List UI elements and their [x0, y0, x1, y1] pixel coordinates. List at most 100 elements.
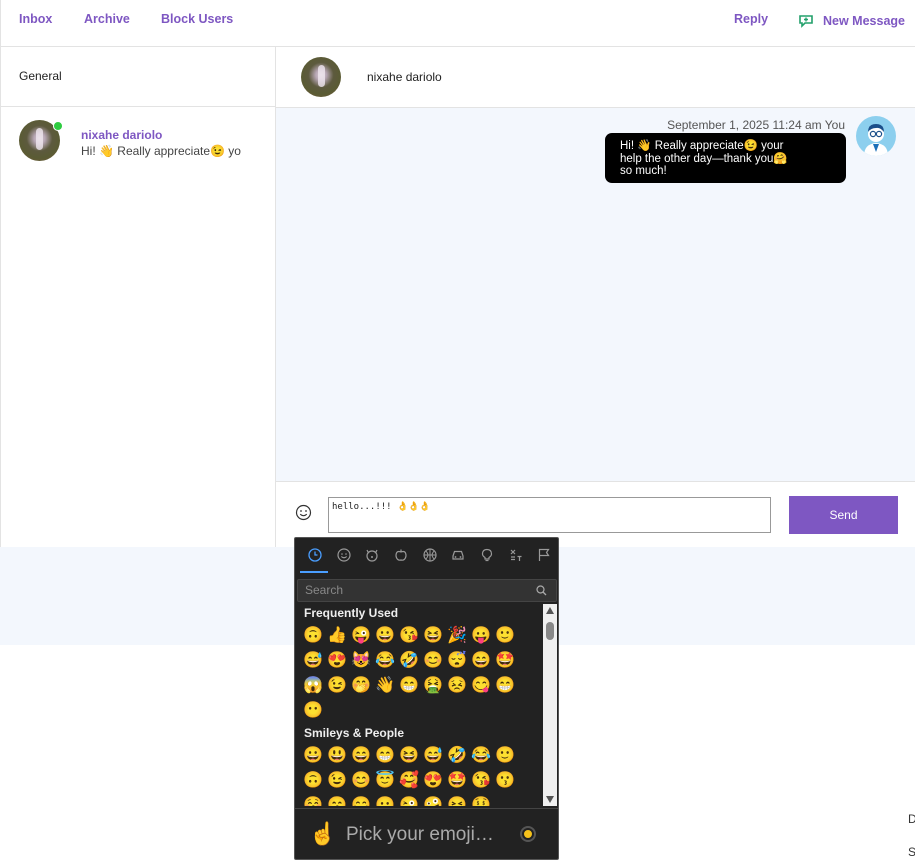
- new-message-button[interactable]: New Message: [798, 14, 905, 28]
- emoji-item[interactable]: 😀: [303, 746, 323, 766]
- emoji-item[interactable]: 🤣: [399, 651, 419, 671]
- emoji-item[interactable]: 😙: [327, 796, 347, 806]
- emoji-item[interactable]: 😄: [351, 746, 371, 766]
- section-title-smileys: Smileys & People: [304, 726, 405, 740]
- emoji-item[interactable]: 😊: [423, 651, 443, 671]
- message-line: help the other day—thank you🤗: [620, 152, 788, 165]
- emoji-item[interactable]: 😋: [351, 796, 371, 806]
- emoji-item[interactable]: 😆: [399, 746, 419, 766]
- category-travel[interactable]: [444, 538, 472, 572]
- emoji-item[interactable]: 😜: [351, 626, 371, 646]
- message-bubble: Hi! 👋 Really appreciate😉 your help the o…: [605, 133, 846, 183]
- chat-contact-name: nixahe dariolo: [367, 70, 442, 84]
- avatar: [301, 57, 341, 97]
- emoji-item[interactable]: 😜: [399, 796, 419, 806]
- message-thread: September 1, 2025 11:24 am You Hi! 👋 Rea…: [276, 108, 915, 482]
- emoji-item[interactable]: 😱: [303, 676, 323, 696]
- emoji-item[interactable]: 😉: [327, 676, 347, 696]
- emoji-picker-toggle-icon[interactable]: [295, 504, 312, 521]
- scroll-up-arrow[interactable]: [546, 607, 554, 614]
- scroll-thumb[interactable]: [546, 622, 554, 640]
- emoji-item[interactable]: 🤭: [351, 676, 371, 696]
- active-category-indicator: [300, 571, 328, 573]
- emoji-item[interactable]: 😗: [495, 771, 515, 791]
- emoji-picker: Search Frequently Used Smileys & People …: [294, 537, 559, 860]
- nav-block-users[interactable]: Block Users: [161, 12, 233, 26]
- emoji-item[interactable]: 🙂: [495, 746, 515, 766]
- emoji-item[interactable]: 🤑: [471, 796, 491, 806]
- emoji-item[interactable]: 😣: [447, 676, 467, 696]
- emoji-item[interactable]: 😘: [399, 626, 419, 646]
- emoji-item[interactable]: 🤪: [423, 796, 443, 806]
- emoji-item[interactable]: 😅: [303, 651, 323, 671]
- conversation-preview: Hi! 👋 Really appreciate😉 yo: [81, 144, 241, 158]
- emoji-item[interactable]: 🙂: [495, 626, 515, 646]
- emoji-item[interactable]: 🙃: [303, 771, 323, 791]
- emoji-search-input[interactable]: Search: [297, 579, 557, 602]
- emoji-item[interactable]: 😂: [375, 651, 395, 671]
- nav-archive[interactable]: Archive: [84, 12, 130, 26]
- category-activity[interactable]: [416, 538, 444, 572]
- message-input[interactable]: hello...!!! 👌👌👌: [328, 497, 771, 533]
- emoji-item[interactable]: 😃: [327, 746, 347, 766]
- emoji-item[interactable]: 😊: [351, 771, 371, 791]
- apple-icon: [395, 549, 407, 561]
- emoji-item[interactable]: 🤩: [447, 771, 467, 791]
- emoji-item[interactable]: 😋: [471, 676, 491, 696]
- category-animals[interactable]: [358, 538, 386, 572]
- emoji-item[interactable]: 🎉: [447, 626, 467, 646]
- emoji-item[interactable]: 😀: [375, 626, 395, 646]
- reply-button[interactable]: Reply: [734, 12, 768, 26]
- emoji-search-placeholder: Search: [305, 583, 344, 597]
- emoji-item[interactable]: 🤩: [495, 651, 515, 671]
- user-avatar: [856, 116, 896, 156]
- skin-tone-selector[interactable]: [522, 828, 534, 840]
- emoji-scrollbar[interactable]: [543, 604, 557, 806]
- emoji-item[interactable]: 😻: [351, 651, 371, 671]
- search-icon: [536, 585, 547, 596]
- category-smileys[interactable]: [330, 538, 358, 572]
- emoji-item[interactable]: 😛: [375, 796, 395, 806]
- category-food[interactable]: [387, 538, 415, 572]
- emoji-item[interactable]: 😉: [327, 771, 347, 791]
- emoji-item[interactable]: 🥰: [399, 771, 419, 791]
- emoji-item[interactable]: 🙃: [303, 626, 323, 646]
- conversation-item[interactable]: nixahe dariolo Hi! 👋 Really appreciate😉 …: [19, 120, 269, 165]
- send-button[interactable]: Send: [789, 496, 898, 534]
- car-icon: [452, 550, 464, 560]
- emoji-item[interactable]: 😍: [423, 771, 443, 791]
- nav-inbox[interactable]: Inbox: [19, 12, 52, 26]
- emoji-item[interactable]: 😆: [423, 626, 443, 646]
- category-objects[interactable]: [473, 538, 501, 572]
- emoji-item[interactable]: 😶: [303, 701, 323, 721]
- emoji-item[interactable]: 😘: [471, 771, 491, 791]
- emoji-item[interactable]: 😁: [399, 676, 419, 696]
- emoji-item[interactable]: 😄: [471, 651, 491, 671]
- edge-text: S: [908, 845, 915, 859]
- clock-icon: [308, 548, 322, 562]
- emoji-item[interactable]: 😚: [303, 796, 323, 806]
- emoji-item[interactable]: 🤣: [447, 746, 467, 766]
- section-general[interactable]: General: [1, 47, 275, 107]
- emoji-item[interactable]: 😅: [423, 746, 443, 766]
- emoji-item[interactable]: 😇: [375, 771, 395, 791]
- emoji-item[interactable]: 😁: [375, 746, 395, 766]
- emoji-item[interactable]: 👍: [327, 626, 347, 646]
- emoji-item[interactable]: 😝: [447, 796, 467, 806]
- emoji-item[interactable]: 😴: [447, 651, 467, 671]
- message-timestamp: September 1, 2025 11:24 am You: [667, 118, 845, 132]
- flag-icon: [539, 548, 550, 561]
- category-recent[interactable]: [301, 538, 329, 572]
- emoji-item[interactable]: 😁: [495, 676, 515, 696]
- emoji-item[interactable]: 😛: [471, 626, 491, 646]
- emoji-item[interactable]: 😍: [327, 651, 347, 671]
- scroll-down-arrow[interactable]: [546, 796, 554, 803]
- emoji-item[interactable]: 👋: [375, 676, 395, 696]
- dog-icon: [366, 549, 378, 562]
- message-line: Hi! 👋 Really appreciate😉 your: [620, 140, 784, 152]
- emoji-category-bar: [295, 538, 558, 572]
- emoji-item[interactable]: 🤮: [423, 676, 443, 696]
- category-symbols[interactable]: [502, 538, 530, 572]
- category-flags[interactable]: [530, 538, 558, 572]
- emoji-item[interactable]: 😂: [471, 746, 491, 766]
